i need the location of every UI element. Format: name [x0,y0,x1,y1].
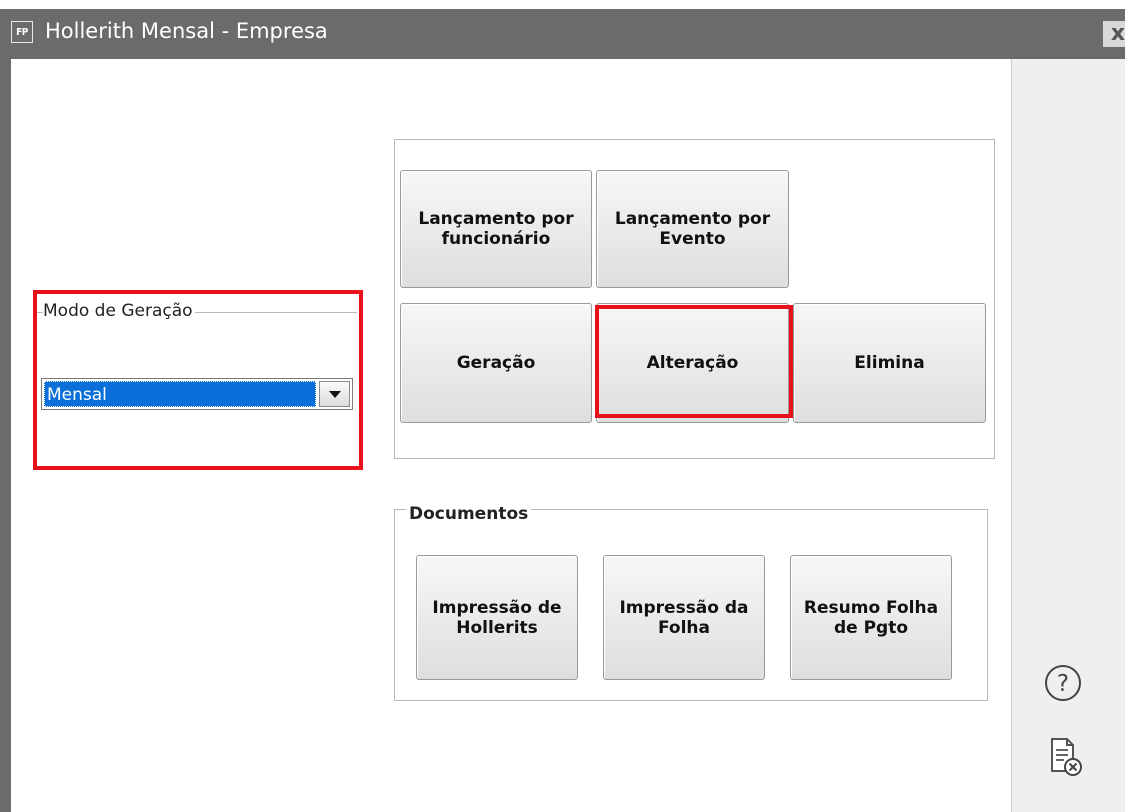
lancamento-funcionario-button[interactable]: Lançamento por funcionário [400,170,592,288]
window-left-border [0,59,11,812]
app-window: FP Hollerith Mensal - Empresa x ? Modo d… [0,0,1125,812]
svg-text:?: ? [1057,671,1069,697]
documentos-label: Documentos [406,504,532,524]
lancamento-evento-button[interactable]: Lançamento por Evento [596,170,789,288]
resumo-folha-label: Resumo Folha de Pgto [803,597,939,638]
window-title: Hollerith Mensal - Empresa [45,19,328,43]
resumo-folha-button[interactable]: Resumo Folha de Pgto [790,555,952,680]
lancamento-funcionario-label: Lançamento por funcionário [418,209,574,249]
elimina-button[interactable]: Elimina [793,303,986,423]
geracao-button[interactable]: Geração [400,303,592,423]
highlight-box-modo [33,290,363,470]
impressao-hollerits-button[interactable]: Impressão de Hollerits [416,555,578,680]
impressao-hollerits-label: Impressão de Hollerits [432,597,562,638]
close-button[interactable]: x [1103,21,1125,47]
help-icon[interactable]: ? [1043,663,1083,703]
geracao-label: Geração [456,353,536,373]
impressao-folha-button[interactable]: Impressão da Folha [603,555,765,680]
highlight-box-alteracao [595,305,793,418]
app-logo-icon: FP [11,21,33,43]
elimina-label: Elimina [854,353,925,373]
impressao-folha-label: Impressão da Folha [619,597,749,638]
lancamento-evento-label: Lançamento por Evento [614,209,771,249]
report-cancel-icon[interactable] [1049,737,1083,777]
